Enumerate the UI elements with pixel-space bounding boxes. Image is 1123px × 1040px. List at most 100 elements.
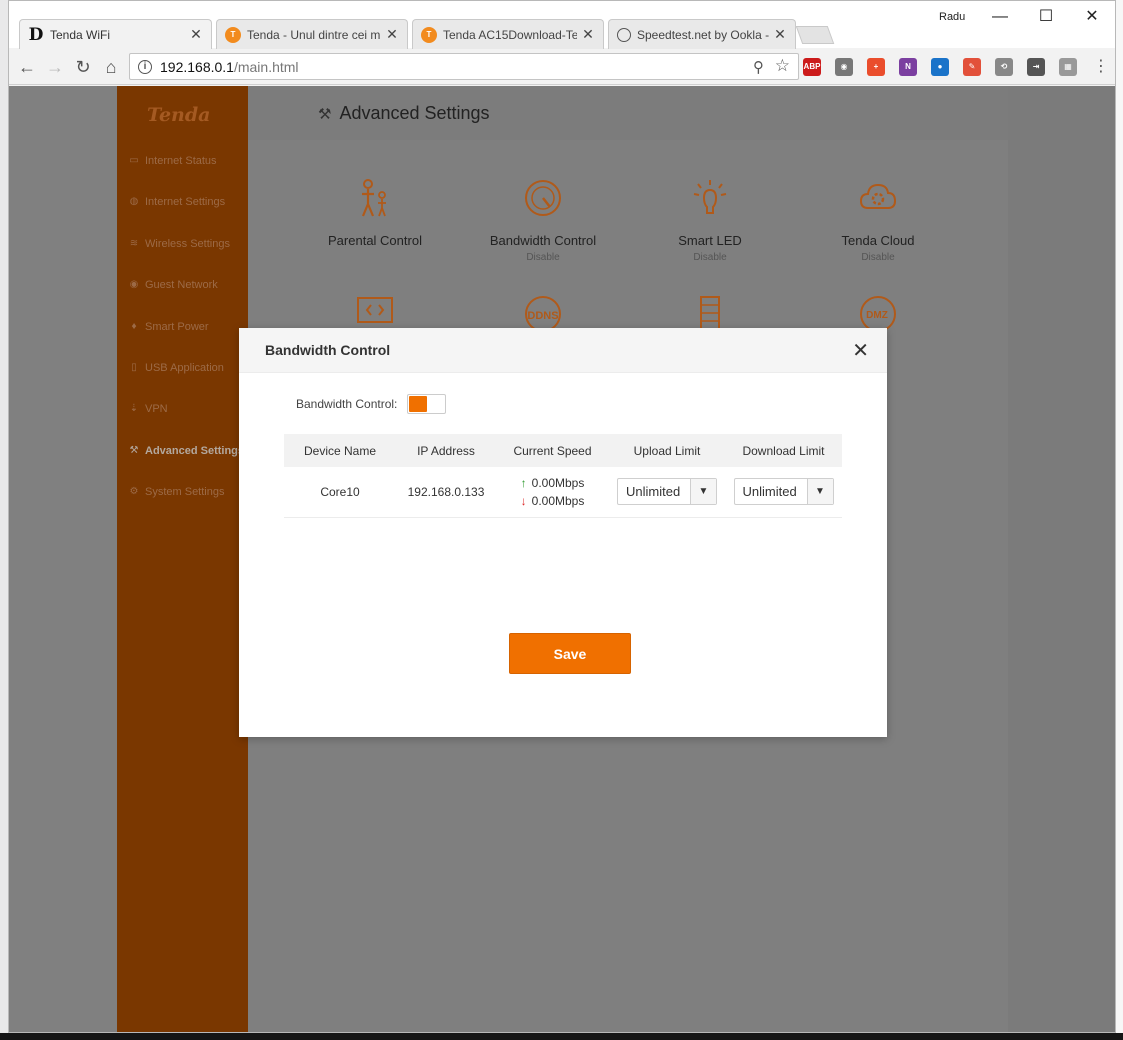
chevron-down-icon[interactable]: ▼ <box>806 479 833 505</box>
column-header-device-name: Device Name <box>284 434 396 467</box>
feature-bandwidth-control[interactable]: Bandwidth Control Disable <box>468 178 618 263</box>
table-row: Core10 192.168.0.133 ↑ 0.00Mbps ↓ 0.00Mbps… <box>284 467 842 518</box>
sidebar-item-label: Wireless Settings <box>145 238 230 250</box>
parental-icon <box>361 179 386 217</box>
tab-label: Tenda AC15Download-Te <box>443 27 577 42</box>
column-header-download-limit: Download Limit <box>725 434 842 467</box>
new-tab-button[interactable] <box>795 26 835 44</box>
column-header-ip-address: IP Address <box>396 434 496 467</box>
page-viewport: Tenda ▭ Internet Status ◍ Internet Setting… <box>9 86 1115 1032</box>
adblock-icon[interactable]: ABP <box>803 58 821 76</box>
background-window-edge <box>1116 0 1123 1033</box>
close-icon[interactable]: ✕ <box>852 338 869 363</box>
tenda-logo: Tenda <box>147 104 211 126</box>
camera-icon[interactable]: ◉ <box>835 58 853 76</box>
page-title-text: Advanced Settings <box>339 103 490 123</box>
grid-extension-icon[interactable]: ▦ <box>1059 58 1077 76</box>
bandwidth-toggle[interactable] <box>407 394 447 414</box>
back-button[interactable]: ← <box>15 55 39 79</box>
sidebar-item-internet-settings[interactable]: ◍ Internet Settings <box>129 196 225 208</box>
sidebar-item-smart-power[interactable]: ♦ Smart Power <box>129 321 209 333</box>
download-limit-select[interactable]: Unlimited ▼ <box>733 478 834 506</box>
tab-close-icon[interactable]: ✕ <box>773 26 787 43</box>
monitor-icon: ▭ <box>129 155 139 166</box>
sidebar-item-label: Advanced Settings <box>145 445 245 457</box>
tenda-favicon-icon: T <box>421 26 437 43</box>
sidebar-item-label: Smart Power <box>145 321 209 333</box>
chevron-down-icon[interactable]: ▼ <box>690 479 716 505</box>
bulb-icon: ♦ <box>131 321 137 332</box>
wrench-icon: ⚒ <box>318 105 332 123</box>
tab-tenda-article[interactable]: T Tenda - Unul dintre cei m ✕ <box>216 19 408 49</box>
upload-limit-select[interactable]: Unlimited ▼ <box>617 478 717 506</box>
column-header-current-speed: Current Speed <box>496 434 609 467</box>
sidebar-item-system-settings[interactable]: ⚙ System Settings <box>129 486 225 498</box>
feature-status: Disable <box>861 252 895 263</box>
right-gutter <box>1008 86 1115 1032</box>
home-button[interactable]: ⌂ <box>99 55 123 79</box>
download-limit-value: Unlimited <box>742 484 797 500</box>
sidebar-item-wireless-settings[interactable]: ≋ Wireless Settings <box>129 238 230 250</box>
bandwidth-toggle-row: Bandwidth Control: <box>296 394 447 414</box>
sidebar-item-label: VPN <box>145 403 168 415</box>
plus-extension-icon[interactable]: + <box>867 58 885 76</box>
bookmark-star-icon[interactable]: ☆ <box>775 56 790 76</box>
feature-smart-led[interactable]: Smart LED Disable <box>635 178 785 263</box>
tab-tenda-wifi[interactable]: D Tenda WiFi ✕ <box>19 19 212 49</box>
menu-icon[interactable]: ⋮ <box>1089 55 1113 79</box>
browser-window: D Tenda WiFi ✕ T Tenda - Unul dintre cei… <box>8 0 1116 1033</box>
sidebar-item-vpn[interactable]: ⇣ VPN <box>129 403 168 415</box>
tab-close-icon[interactable]: ✕ <box>385 26 399 43</box>
globe-icon: ◍ <box>129 196 139 207</box>
edit-extension-icon[interactable]: ✎ <box>963 58 981 76</box>
sidebar-item-guest-network[interactable]: ◉ Guest Network <box>129 279 218 291</box>
vpn-icon: ⇣ <box>129 403 139 414</box>
feature-label: Tenda Cloud <box>841 233 915 248</box>
title-bar: D Tenda WiFi ✕ T Tenda - Unul dintre cei… <box>9 1 1115 49</box>
tab-speedtest[interactable]: Speedtest.net by Ookla - ✕ <box>608 19 796 49</box>
ddns-icon-text: DDNS <box>527 310 558 322</box>
download-arrow-icon: ↓ <box>520 493 527 508</box>
tab-close-icon[interactable]: ✕ <box>189 26 203 43</box>
dmz-icon-text: DMZ <box>866 310 888 321</box>
profile-name[interactable]: Radu <box>939 11 965 23</box>
minimize-button[interactable]: — <box>977 5 1023 29</box>
close-window-button[interactable]: ✕ <box>1069 5 1115 29</box>
feature-parental-control[interactable]: Parental Control <box>300 178 450 252</box>
sidebar: Tenda ▭ Internet Status ◍ Internet Setting… <box>117 86 248 1032</box>
tab-tenda-download[interactable]: T Tenda AC15Download-Te ✕ <box>412 19 604 49</box>
current-speed-cell: ↑ 0.00Mbps ↓ 0.00Mbps <box>496 467 609 518</box>
onenote-icon[interactable]: N <box>899 58 917 76</box>
upload-limit-value: Unlimited <box>626 484 681 500</box>
bandwidth-toggle-label: Bandwidth Control: <box>296 397 398 411</box>
reload-button[interactable]: ↻ <box>71 55 95 79</box>
gauge-icon <box>525 180 561 216</box>
sidebar-item-label: USB Application <box>145 362 224 374</box>
url-host: 192.168.0.1 <box>160 58 234 75</box>
zoom-icon[interactable]: ⚲ <box>753 58 764 76</box>
upload-arrow-icon: ↑ <box>520 475 527 490</box>
taskbar-edge <box>0 1033 1123 1040</box>
sidebar-item-advanced-settings[interactable]: ⚒ Advanced Settings <box>129 445 245 457</box>
download-limit-cell: Unlimited ▼ <box>725 467 842 518</box>
address-bar[interactable]: i 192.168.0.1/main.html ⚲ ☆ <box>129 53 799 80</box>
column-header-upload-limit: Upload Limit <box>609 434 725 467</box>
globe-extension-icon[interactable]: ● <box>931 58 949 76</box>
sidebar-item-internet-status[interactable]: ▭ Internet Status <box>129 155 216 167</box>
toggle-knob <box>409 396 428 412</box>
maximize-button[interactable]: ☐ <box>1023 5 1069 29</box>
feature-tenda-cloud[interactable]: Tenda Cloud Disable <box>803 178 953 263</box>
pin-extension-icon[interactable]: ⇥ <box>1027 58 1045 76</box>
forward-button[interactable]: → <box>43 55 67 79</box>
tab-close-icon[interactable]: ✕ <box>581 26 595 43</box>
site-info-icon[interactable]: i <box>138 59 152 74</box>
sidebar-item-usb-application[interactable]: ▯ USB Application <box>129 362 224 374</box>
tab-label: Tenda - Unul dintre cei m <box>247 27 381 42</box>
dialog-title: Bandwidth Control <box>265 342 391 358</box>
dialog-header: Bandwidth Control ✕ <box>239 328 887 373</box>
save-button[interactable]: Save <box>509 633 631 674</box>
history-icon[interactable]: ⟲ <box>995 58 1013 76</box>
speedtest-favicon-icon <box>617 27 631 42</box>
sidebar-item-label: Internet Settings <box>145 196 226 208</box>
download-speed: 0.00Mbps <box>531 493 585 508</box>
